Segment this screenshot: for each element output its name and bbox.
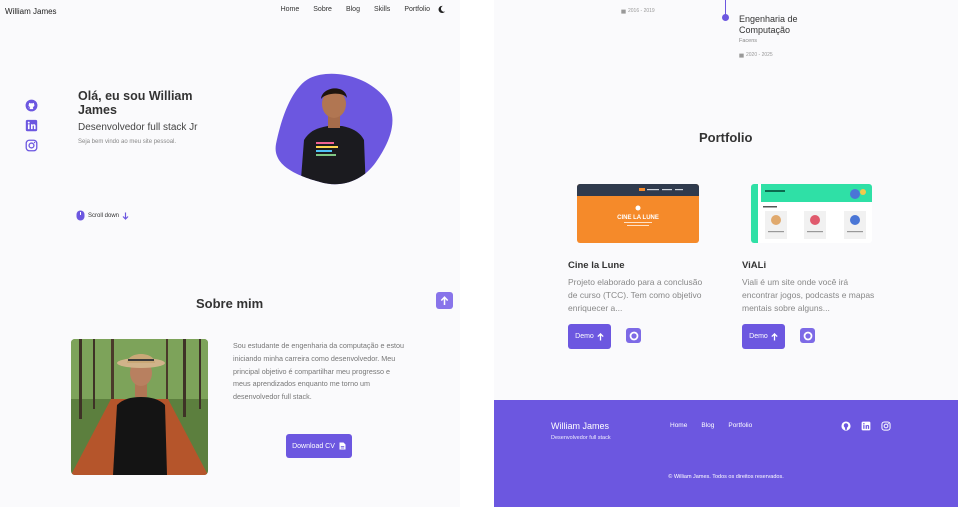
about-section-title: Sobre mim [196,296,264,311]
timeline-line [725,0,726,15]
footer-links: Home Blog Portfolio [670,422,752,429]
timeline-dot [722,14,729,21]
project-title-viali: ViALi [742,260,767,271]
cine-la-lune-thumbnail[interactable]: CINE LA LUNE [577,184,699,243]
download-cv-label: Download CV [292,442,335,450]
brand-logo[interactable]: William James [5,7,57,16]
site-footer: William James Desenvolvedor full stack H… [494,400,958,507]
mouse-icon [76,210,85,221]
demo-button-viali[interactable]: Demo [742,324,785,349]
demo-label: Demo [749,333,768,340]
footer-copyright: © William James. Todos os direitos reser… [668,474,784,480]
project-description-cine: Projeto elaborado para a conclusão de cu… [568,277,703,313]
github-icon[interactable] [841,421,851,431]
calendar-icon [739,53,744,58]
home-page-panel: William James Home Sobre Blog Skills Por… [0,0,460,507]
project-title-cine: Cine la Lune [568,260,625,271]
arrow-up-icon [440,295,449,305]
download-cv-button[interactable]: Download CV [286,434,352,458]
nav-home[interactable]: Home [281,6,300,13]
arrow-down-icon [122,212,129,220]
linkedin-icon[interactable] [25,119,38,132]
scroll-down-link[interactable]: Scroll down [76,210,129,221]
arrow-up-icon [771,332,778,340]
arrow-up-icon [597,332,604,340]
hero-subtitle: Desenvolvedor full stack Jr [78,122,198,133]
profile-blob-image [275,73,393,185]
timeline-title: Engenharia de Computação [739,14,798,35]
demo-label: Demo [575,333,594,340]
instagram-icon[interactable] [25,139,38,152]
moon-icon[interactable] [437,5,446,14]
timeline-date: 2020 - 2025 [739,52,773,58]
about-photo [71,339,208,475]
github-button-cine[interactable] [626,328,641,343]
demo-button-cine[interactable]: Demo [568,324,611,349]
footer-role: Desenvolvedor full stack [551,435,611,441]
about-description: Sou estudante de engenharia da computaçã… [233,341,405,402]
github-button-viali[interactable] [800,328,815,343]
nav-sobre[interactable]: Sobre [313,6,332,13]
portfolio-section-title: Portfolio [699,130,753,145]
instagram-icon[interactable] [881,421,891,431]
portfolio-page-panel: 2016 - 2019 Engenharia de Computação Fac… [494,0,958,507]
project-description-viali: Viali é um site onde você irá encontrar … [742,277,875,313]
timeline-previous-date: 2016 - 2019 [621,8,655,14]
footer-name: William James [551,421,610,431]
scroll-top-button[interactable] [436,292,453,309]
nav-blog[interactable]: Blog [346,6,360,13]
hero-social-links [25,99,38,152]
scroll-down-label: Scroll down [88,212,120,219]
footer-link-home[interactable]: Home [670,422,687,429]
footer-link-portfolio[interactable]: Portfolio [728,422,752,429]
nav-skills[interactable]: Skills [374,6,390,13]
linkedin-icon[interactable] [861,421,871,431]
timeline-institution: Facens [739,38,758,44]
hero-title: Olá, eu sou William James [78,89,193,117]
cine-thumb-heading: CINE LA LUNE [617,215,659,221]
nav-portfolio[interactable]: Portfolio [404,6,430,13]
top-nav: Home Sobre Blog Skills Portfolio [267,6,430,13]
github-icon [803,331,812,340]
hero-description: Seja bem vindo ao meu site pessoal. [78,139,177,145]
document-icon [339,442,346,450]
github-icon[interactable] [25,99,38,112]
calendar-icon [621,9,626,14]
viali-thumbnail[interactable] [751,184,872,243]
github-icon [629,331,638,340]
footer-link-blog[interactable]: Blog [701,422,714,429]
footer-social-links [841,421,891,431]
